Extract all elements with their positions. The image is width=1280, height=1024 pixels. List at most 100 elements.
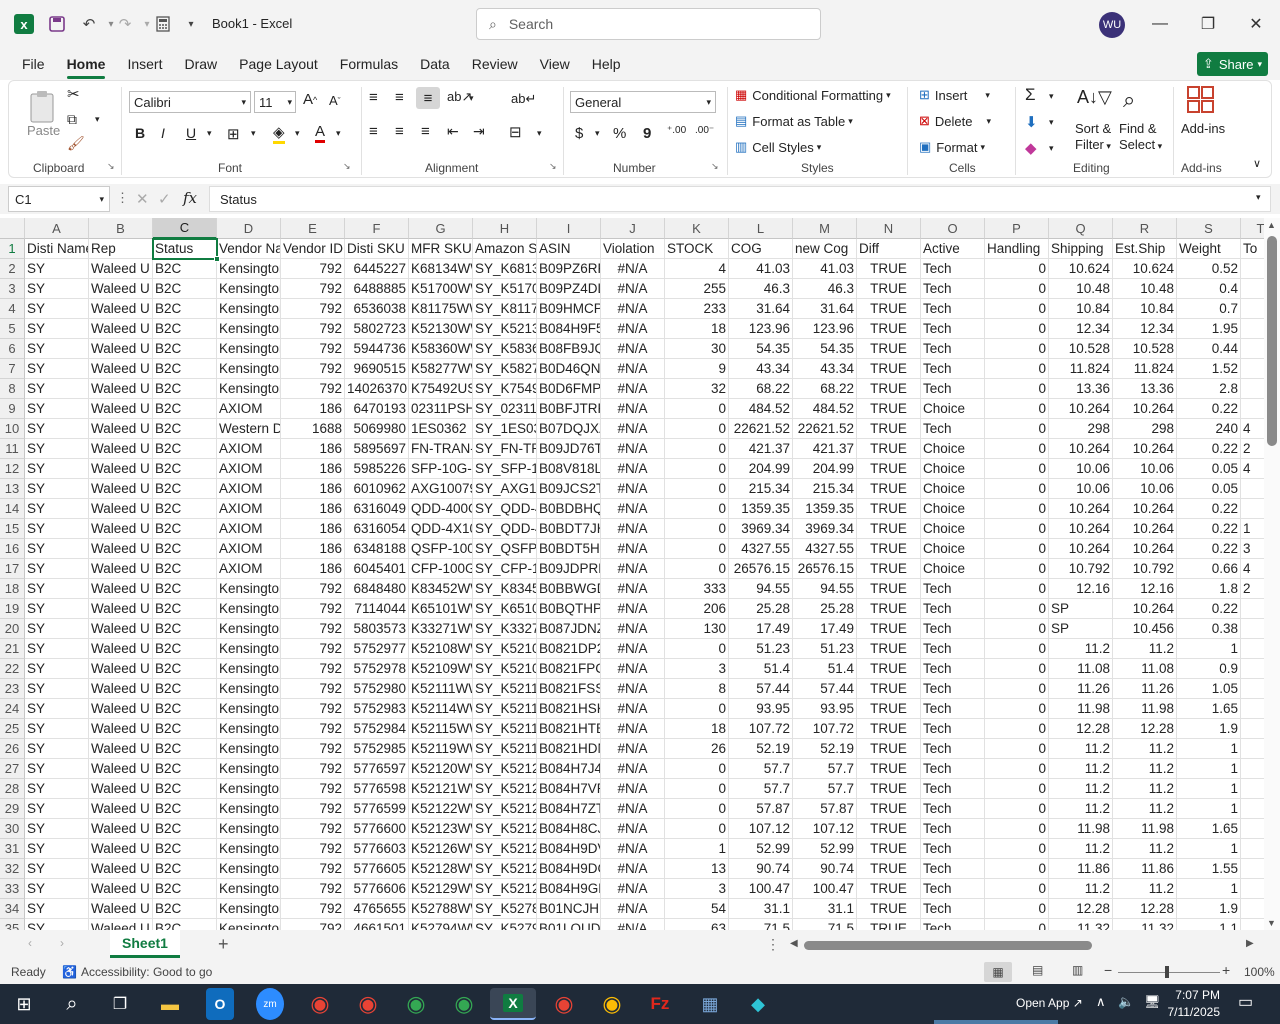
- table-cell[interactable]: SY: [25, 719, 89, 739]
- table-cell[interactable]: #N/A: [601, 499, 665, 519]
- table-cell[interactable]: 30: [665, 339, 729, 359]
- table-cell[interactable]: B2C: [153, 759, 217, 779]
- table-cell[interactable]: 43.34: [793, 359, 857, 379]
- table-cell[interactable]: K52126WW: [409, 839, 473, 859]
- taskbar-search-icon[interactable]: ⌕: [54, 988, 90, 1020]
- table-cell[interactable]: 0: [665, 639, 729, 659]
- table-cell[interactable]: 3969.34: [793, 519, 857, 539]
- table-cell[interactable]: 10.06: [1049, 459, 1113, 479]
- add-sheet-icon[interactable]: +: [218, 934, 229, 955]
- top-align-icon[interactable]: ≡: [369, 89, 378, 106]
- table-cell[interactable]: 792: [281, 819, 345, 839]
- table-cell[interactable]: SY: [25, 419, 89, 439]
- table-cell[interactable]: 215.34: [729, 479, 793, 499]
- table-cell[interactable]: 5776598: [345, 779, 409, 799]
- wrap-text-icon[interactable]: ab↵: [511, 91, 536, 107]
- table-cell[interactable]: 6470193: [345, 399, 409, 419]
- table-cell[interactable]: SY: [25, 659, 89, 679]
- table-cell[interactable]: SY_K75492: [473, 379, 537, 399]
- table-cell[interactable]: #N/A: [601, 279, 665, 299]
- table-cell[interactable]: 26576.15: [793, 559, 857, 579]
- table-cell[interactable]: TRUE: [857, 419, 921, 439]
- table-cell[interactable]: Kensington: [217, 839, 281, 859]
- table-cell[interactable]: SY: [25, 299, 89, 319]
- table-cell[interactable]: 792: [281, 739, 345, 759]
- cut-icon[interactable]: ✂: [67, 85, 80, 103]
- table-cell[interactable]: TRUE: [857, 639, 921, 659]
- table-cell[interactable]: 17.49: [729, 619, 793, 639]
- table-cell[interactable]: B2C: [153, 379, 217, 399]
- table-cell[interactable]: K52788WW: [409, 899, 473, 919]
- table-cell[interactable]: Waleed U: [89, 459, 153, 479]
- table-cell[interactable]: 11.86: [1113, 859, 1177, 879]
- insert-cells-button[interactable]: ⊞ Insert ▾: [919, 87, 990, 103]
- paste-button[interactable]: Paste: [27, 123, 60, 138]
- column-header-k[interactable]: K: [665, 218, 729, 239]
- table-cell[interactable]: 57.7: [729, 759, 793, 779]
- table-cell[interactable]: 10.264: [1049, 539, 1113, 559]
- table-cell[interactable]: 186: [281, 559, 345, 579]
- table-cell[interactable]: 0: [985, 719, 1049, 739]
- restore-icon[interactable]: ❐: [1193, 10, 1223, 38]
- table-cell[interactable]: 792: [281, 879, 345, 899]
- table-cell[interactable]: Tech: [921, 899, 985, 919]
- table-cell[interactable]: Waleed U: [89, 919, 153, 930]
- table-cell[interactable]: 11.2: [1049, 779, 1113, 799]
- table-cell[interactable]: Choice: [921, 399, 985, 419]
- table-cell[interactable]: 0: [985, 839, 1049, 859]
- notifications-icon[interactable]: ▭: [1238, 992, 1253, 1012]
- table-cell[interactable]: SFP-10G-T: [409, 459, 473, 479]
- table-cell[interactable]: SY_K58360: [473, 339, 537, 359]
- table-cell[interactable]: SY_K68134: [473, 259, 537, 279]
- table-cell[interactable]: 6348188: [345, 539, 409, 559]
- table-cell[interactable]: [1241, 819, 1264, 839]
- table-cell[interactable]: Kensington: [217, 579, 281, 599]
- table-cell[interactable]: 233: [665, 299, 729, 319]
- table-cell[interactable]: B0821HTB: [537, 719, 601, 739]
- table-cell[interactable]: 7114044: [345, 599, 409, 619]
- table-cell[interactable]: SP: [1049, 619, 1113, 639]
- header-cell[interactable]: Vendor ID: [281, 239, 345, 259]
- table-cell[interactable]: 11.08: [1113, 659, 1177, 679]
- table-cell[interactable]: 0: [985, 699, 1049, 719]
- table-cell[interactable]: 11.98: [1049, 699, 1113, 719]
- table-cell[interactable]: 792: [281, 379, 345, 399]
- table-cell[interactable]: B0BDT5H4: [537, 539, 601, 559]
- table-cell[interactable]: 18: [665, 319, 729, 339]
- table-cell[interactable]: 68.22: [793, 379, 857, 399]
- tab-formulas[interactable]: Formulas: [340, 49, 398, 79]
- table-cell[interactable]: 18: [665, 719, 729, 739]
- table-cell[interactable]: SY: [25, 519, 89, 539]
- table-cell[interactable]: 1: [1177, 879, 1241, 899]
- table-cell[interactable]: #N/A: [601, 799, 665, 819]
- table-cell[interactable]: Tech: [921, 799, 985, 819]
- excel-taskbar-icon[interactable]: X: [490, 988, 536, 1020]
- table-cell[interactable]: 792: [281, 359, 345, 379]
- table-cell[interactable]: 0: [985, 779, 1049, 799]
- table-cell[interactable]: Waleed U: [89, 659, 153, 679]
- table-cell[interactable]: Tech: [921, 699, 985, 719]
- table-cell[interactable]: 10.792: [1113, 559, 1177, 579]
- row-header[interactable]: 14: [0, 499, 25, 519]
- page-break-view-icon[interactable]: ▥: [1072, 963, 1083, 977]
- table-cell[interactable]: 1: [1241, 519, 1264, 539]
- table-cell[interactable]: 6010962: [345, 479, 409, 499]
- header-cell[interactable]: Status: [153, 239, 217, 259]
- table-cell[interactable]: Tech: [921, 279, 985, 299]
- table-cell[interactable]: Waleed U: [89, 759, 153, 779]
- table-cell[interactable]: 25.28: [729, 599, 793, 619]
- table-cell[interactable]: B0821FPCC: [537, 659, 601, 679]
- table-cell[interactable]: 54.35: [729, 339, 793, 359]
- table-cell[interactable]: 0.38: [1177, 619, 1241, 639]
- add-ins-button[interactable]: Add-ins: [1181, 121, 1225, 136]
- table-cell[interactable]: Waleed U: [89, 419, 153, 439]
- table-cell[interactable]: 10.264: [1113, 599, 1177, 619]
- table-cell[interactable]: B0BFJTRPX: [537, 399, 601, 419]
- table-cell[interactable]: 10.48: [1113, 279, 1177, 299]
- table-cell[interactable]: 10.84: [1113, 299, 1177, 319]
- table-cell[interactable]: SY_1ES036: [473, 419, 537, 439]
- table-cell[interactable]: TRUE: [857, 259, 921, 279]
- table-cell[interactable]: 31.1: [729, 899, 793, 919]
- table-cell[interactable]: K33271WW: [409, 619, 473, 639]
- table-cell[interactable]: SY_K65101: [473, 599, 537, 619]
